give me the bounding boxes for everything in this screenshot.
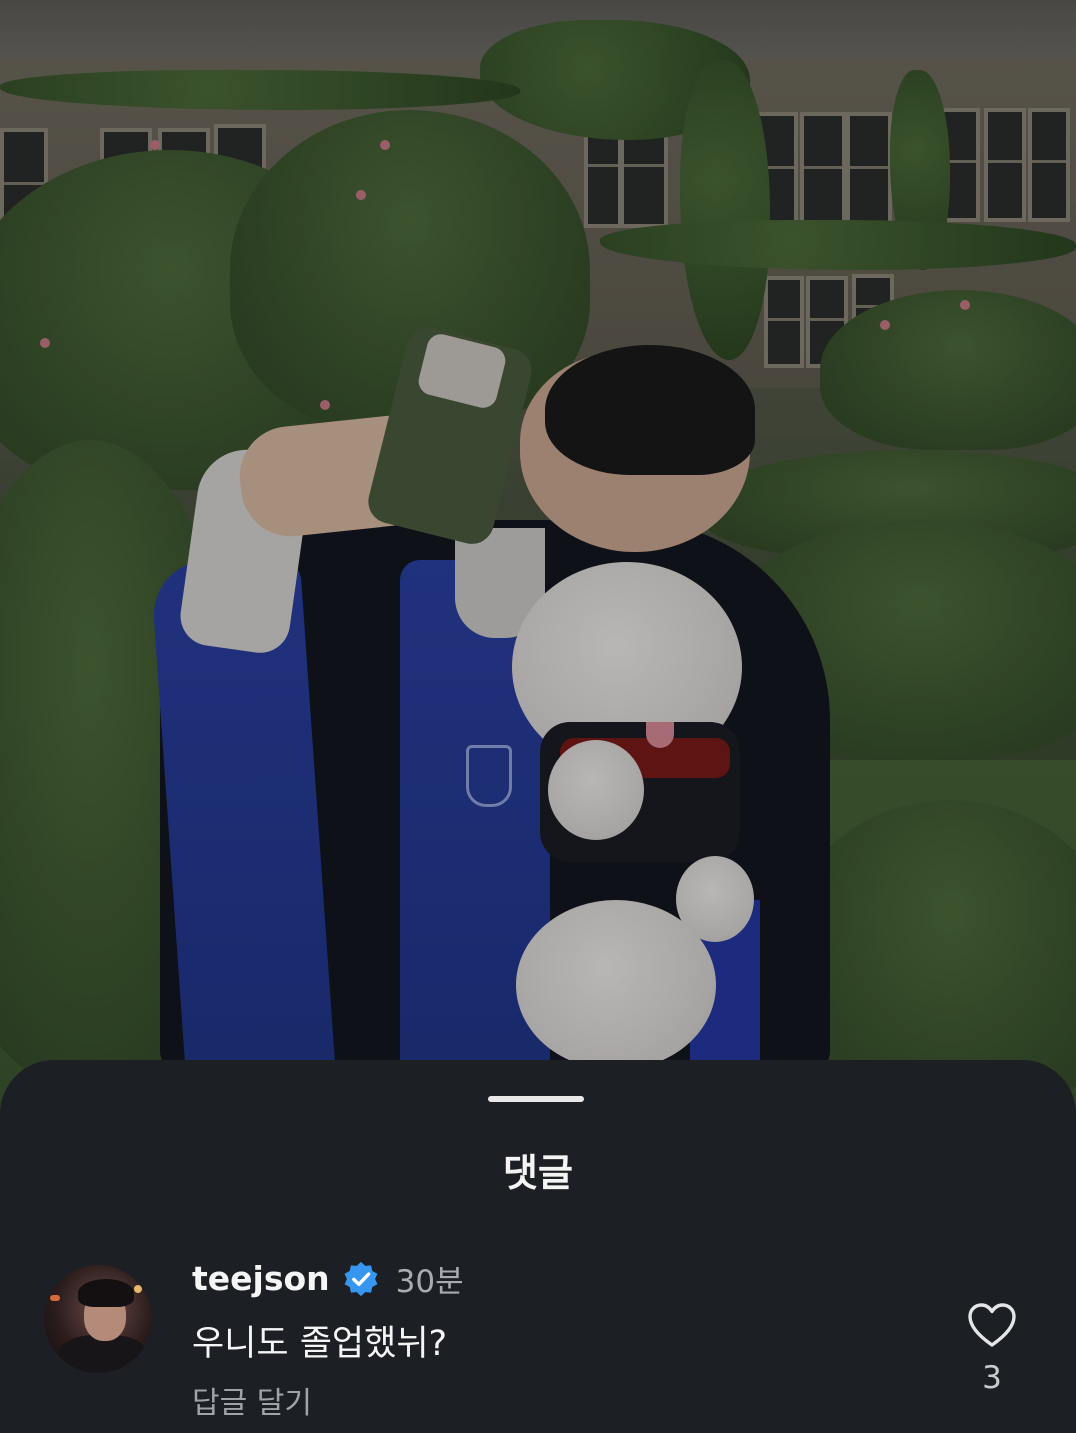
comment-username[interactable]: teejson [192, 1259, 330, 1298]
screen: 댓글 teejson 30분 우니도 졸업했뉘? 답글 달기 3 [0, 0, 1076, 1433]
comments-sheet: 댓글 teejson 30분 우니도 졸업했뉘? 답글 달기 3 [0, 1060, 1076, 1433]
comment-header: teejson 30분 [192, 1256, 464, 1301]
like-count: 3 [982, 1360, 1002, 1396]
post-photo[interactable] [0, 0, 1076, 1180]
comment-avatar[interactable] [44, 1265, 152, 1373]
drag-handle[interactable] [488, 1096, 584, 1102]
avatar-light [134, 1285, 142, 1293]
verified-badge-icon [342, 1260, 380, 1298]
heart-icon[interactable] [966, 1301, 1018, 1349]
photo-dim-overlay [0, 0, 1076, 1180]
sheet-title: 댓글 [503, 1151, 573, 1195]
avatar-light [50, 1295, 60, 1301]
comment-text: 우니도 졸업했뉘? [192, 1324, 448, 1364]
comment-time: 30분 [395, 1264, 464, 1300]
reply-button[interactable]: 답글 달기 [192, 1378, 312, 1422]
avatar-hair [78, 1279, 134, 1307]
